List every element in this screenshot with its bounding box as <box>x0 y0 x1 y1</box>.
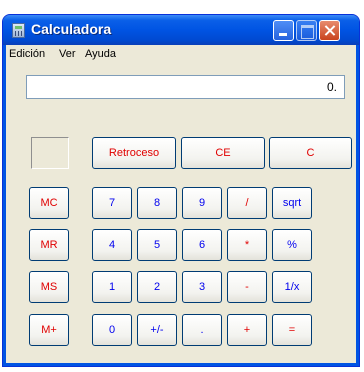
minimize-button[interactable] <box>273 20 294 41</box>
decimal-point-button[interactable]: . <box>182 314 222 346</box>
sign-toggle-button[interactable]: +/- <box>137 314 177 346</box>
percent-button[interactable]: % <box>272 229 312 261</box>
backspace-button[interactable]: Retroceso <box>92 137 176 169</box>
mplus-button[interactable]: M+ <box>29 314 69 346</box>
digit-1-button[interactable]: 1 <box>92 271 132 303</box>
ms-button[interactable]: MS <box>29 271 69 303</box>
close-button[interactable] <box>319 20 340 41</box>
reciprocal-button[interactable]: 1/x <box>272 271 312 303</box>
digit-7-button[interactable]: 7 <box>92 187 132 219</box>
digit-8-button[interactable]: 8 <box>137 187 177 219</box>
subtract-button[interactable]: - <box>227 271 267 303</box>
divide-button[interactable]: / <box>227 187 267 219</box>
digit-0-button[interactable]: 0 <box>92 314 132 346</box>
result-display: 0. <box>26 75 345 99</box>
mc-button[interactable]: MC <box>29 187 69 219</box>
title-bar[interactable]: Calculadora <box>3 15 359 45</box>
digit-9-button[interactable]: 9 <box>182 187 222 219</box>
digit-6-button[interactable]: 6 <box>182 229 222 261</box>
menu-ver[interactable]: Ver <box>59 48 76 60</box>
calculator-icon <box>12 23 25 38</box>
digit-2-button[interactable]: 2 <box>137 271 177 303</box>
equals-button[interactable]: = <box>272 314 312 346</box>
add-button[interactable]: + <box>227 314 267 346</box>
maximize-button <box>296 20 317 41</box>
digit-3-button[interactable]: 3 <box>182 271 222 303</box>
memory-indicator <box>31 137 69 169</box>
menu-edicion[interactable]: Edición <box>9 48 45 60</box>
window-title: Calculadora <box>31 21 112 37</box>
digit-4-button[interactable]: 4 <box>92 229 132 261</box>
sqrt-button[interactable]: sqrt <box>272 187 312 219</box>
multiply-button[interactable]: * <box>227 229 267 261</box>
menu-ayuda[interactable]: Ayuda <box>85 48 116 60</box>
mr-button[interactable]: MR <box>29 229 69 261</box>
ce-button[interactable]: CE <box>181 137 265 169</box>
menu-bar: Edición Ver Ayuda <box>7 45 357 63</box>
c-button[interactable]: C <box>269 137 352 169</box>
digit-5-button[interactable]: 5 <box>137 229 177 261</box>
